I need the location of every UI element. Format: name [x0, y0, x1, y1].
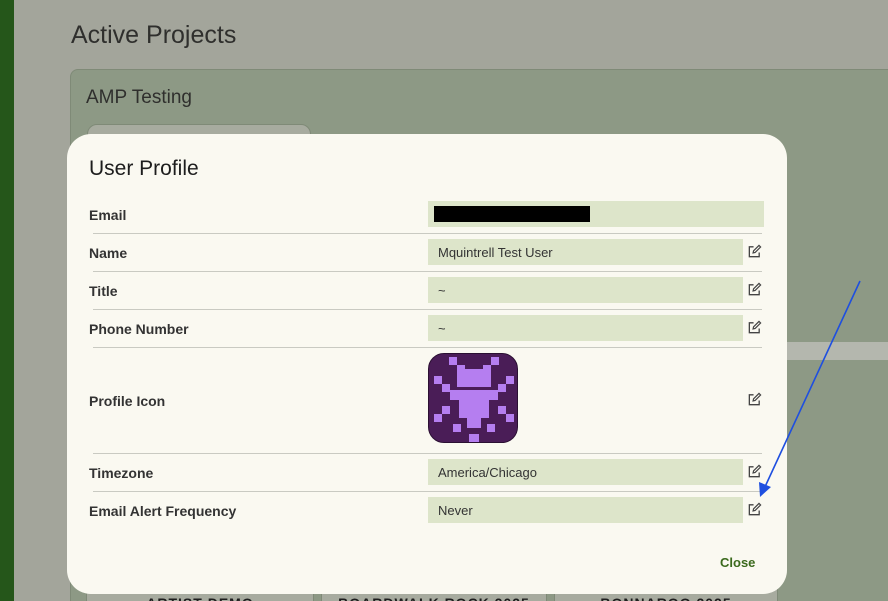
row-label-title: Title: [89, 283, 118, 299]
row-label-name: Name: [89, 245, 128, 261]
divider: [93, 271, 762, 272]
divider: [93, 309, 762, 310]
edit-icon[interactable]: [747, 244, 762, 259]
row-label-profile-icon: Profile Icon: [89, 393, 166, 409]
divider: [93, 233, 762, 234]
edit-icon[interactable]: [747, 320, 762, 335]
edit-icon[interactable]: [747, 392, 762, 407]
modal-title: User Profile: [89, 157, 199, 180]
user-profile-modal: User Profile Email Name Mquintrell Test …: [67, 134, 787, 594]
divider: [93, 491, 762, 492]
row-label-email-alert-frequency: Email Alert Frequency: [89, 503, 237, 519]
page-title: Active Projects: [71, 21, 237, 49]
row-label-timezone: Timezone: [89, 465, 154, 481]
timezone-field: America/Chicago: [428, 459, 743, 485]
row-label-phone: Phone Number: [89, 321, 189, 337]
row-label-email: Email: [89, 207, 127, 223]
edit-icon[interactable]: [747, 502, 762, 517]
name-field: Mquintrell Test User: [428, 239, 743, 265]
pixel-creature-icon: [428, 353, 518, 443]
row-profile-icon: Profile Icon: [89, 352, 764, 452]
close-button[interactable]: Close: [720, 555, 755, 570]
edit-icon[interactable]: [747, 464, 762, 479]
title-field: ~: [428, 277, 743, 303]
edit-icon[interactable]: [747, 282, 762, 297]
divider: [93, 453, 762, 454]
left-accent-bar: [0, 0, 14, 601]
project-card-title: AMP Testing: [86, 87, 192, 108]
side-strip: [782, 342, 888, 360]
redacted-email: [434, 206, 590, 222]
email-alert-frequency-field: Never: [428, 497, 743, 523]
divider: [93, 347, 762, 348]
email-field: [428, 201, 764, 227]
phone-field: ~: [428, 315, 743, 341]
